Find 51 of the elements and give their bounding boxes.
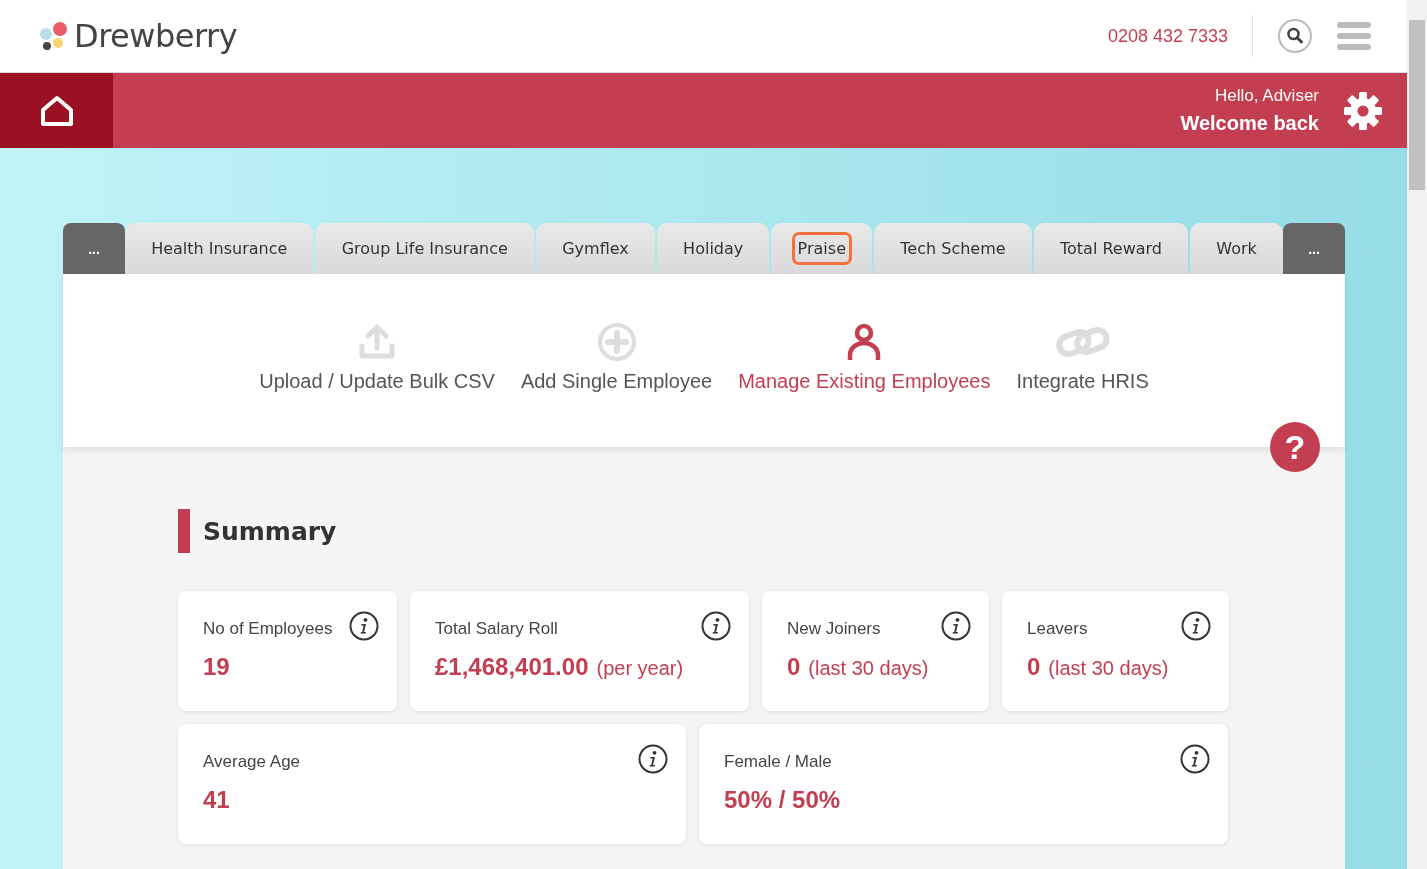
welcome-text: Welcome back <box>1180 112 1319 135</box>
tab[interactable]: Total Reward <box>1033 223 1189 274</box>
tab[interactable]: Work <box>1190 223 1284 274</box>
stat-label: Average Age <box>203 751 301 772</box>
info-icon[interactable] <box>349 611 379 641</box>
stat-value: 41 <box>203 786 230 814</box>
stat-label: Female / Male <box>724 751 832 772</box>
stat-label: New Joiners <box>787 618 881 639</box>
stat-value: 19 <box>203 653 230 681</box>
info-icon[interactable] <box>1181 611 1211 641</box>
stat-value: £1,468,401.00 <box>435 653 589 681</box>
info-icon[interactable] <box>701 611 731 641</box>
brand-name[interactable]: Drewberry <box>74 17 238 55</box>
home-icon <box>39 94 74 127</box>
search-icon[interactable] <box>1277 18 1313 54</box>
upload-icon <box>357 322 398 362</box>
scrollbar-thumb[interactable] <box>1409 20 1425 190</box>
stat-value: 50% / 50% <box>724 786 841 814</box>
tab[interactable]: Health Insurance <box>125 223 314 274</box>
tab[interactable]: Praise <box>771 223 873 274</box>
action-link[interactable]: Integrate HRIS <box>1016 322 1149 393</box>
settings-icon[interactable] <box>1343 90 1383 131</box>
stat-label: Total Salary Roll <box>435 618 558 639</box>
phone-link[interactable]: 0208 432 7333 <box>1107 25 1228 47</box>
home-button[interactable] <box>0 73 113 148</box>
tab[interactable]: Holiday <box>656 223 770 274</box>
stat-label: Leavers <box>1027 618 1088 639</box>
info-icon[interactable] <box>638 744 668 774</box>
section-title: Summary <box>203 516 337 546</box>
accent-bar <box>178 509 190 553</box>
stat-note: (last 30 days) <box>1048 657 1169 680</box>
greeting-text: Hello, Adviser <box>1215 86 1319 106</box>
plus-circle-icon <box>596 322 637 362</box>
logo-icon <box>38 20 68 52</box>
stat-value: 0 <box>787 653 801 681</box>
help-button[interactable]: ? <box>1270 422 1320 472</box>
info-icon[interactable] <box>1180 744 1210 774</box>
action-link[interactable]: Upload / Update Bulk CSV <box>259 322 495 393</box>
scroll-left-button[interactable]: ... <box>63 223 125 274</box>
tab[interactable]: Tech Scheme <box>874 223 1032 274</box>
stat-label: No of Employees <box>203 618 333 639</box>
scroll-right-button[interactable]: ... <box>1283 223 1345 274</box>
tab[interactable]: Group Life Insurance <box>315 223 535 274</box>
stat-note: (per year) <box>596 657 684 680</box>
info-icon[interactable] <box>941 611 971 641</box>
stat-note: (last 30 days) <box>808 657 929 680</box>
action-link[interactable]: Manage Existing Employees <box>738 322 991 393</box>
scrollbar[interactable] <box>1407 0 1427 869</box>
tab[interactable]: Gymflex <box>536 223 655 274</box>
stat-value: 0 <box>1027 653 1041 681</box>
action-link[interactable]: Add Single Employee <box>520 322 713 393</box>
